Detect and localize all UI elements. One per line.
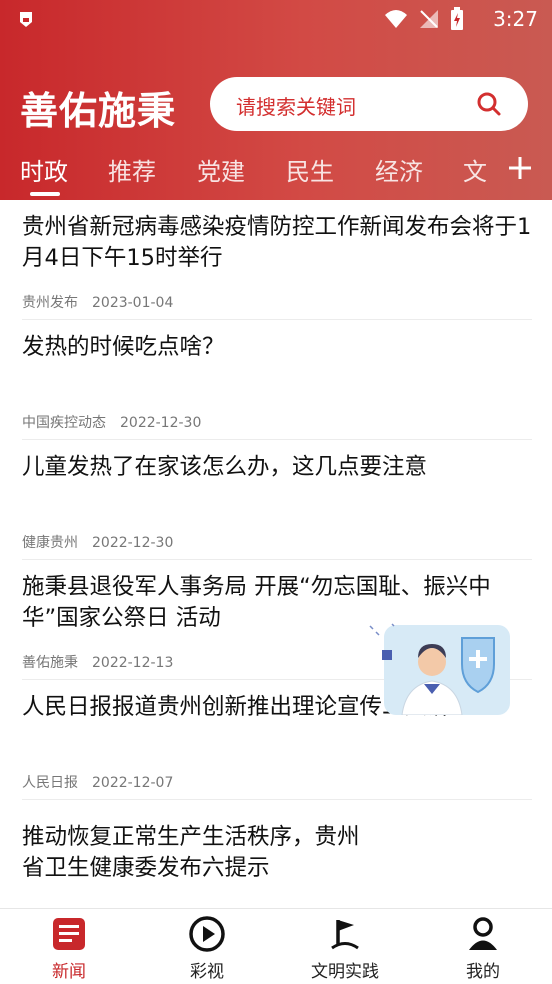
status-time: 3:27 xyxy=(493,7,538,31)
battery-icon xyxy=(451,7,463,30)
news-date: 2023-01-04 xyxy=(92,295,174,311)
tab-jingji[interactable]: 经济 xyxy=(375,152,423,187)
news-date: 2022-12-07 xyxy=(92,775,174,791)
active-tab-indicator xyxy=(30,192,60,196)
nav-label: 新闻 xyxy=(52,962,86,982)
nav-mine[interactable]: 我的 xyxy=(414,909,552,984)
bottom-nav: 新闻 彩视 文明实践 我的 xyxy=(0,908,552,984)
news-item[interactable]: 贵州省新冠病毒感染疫情防控工作新闻发布会将于1月4日下午15时举行 贵州发布 20… xyxy=(22,212,532,320)
user-icon xyxy=(469,917,497,950)
news-title: 推动恢复正常生产生活秩序，贵州省卫生健康委发布六提示 xyxy=(22,824,360,881)
news-meta: 人民日报 2022-12-07 xyxy=(22,772,173,792)
nav-label: 我的 xyxy=(466,962,500,982)
news-source: 健康贵州 xyxy=(22,535,78,551)
wifi-icon xyxy=(385,10,407,28)
add-channel-icon[interactable] xyxy=(500,150,540,186)
news-meta: 善佑施秉 2022-12-13 xyxy=(22,652,173,672)
tab-wen[interactable]: 文 xyxy=(463,152,487,187)
news-title: 贵州省新冠病毒感染疫情防控工作新闻发布会将于1月4日下午15时举行 xyxy=(22,214,532,271)
nav-label: 文明实践 xyxy=(311,962,379,982)
search-placeholder: 请搜索关键词 xyxy=(236,95,356,119)
nav-civilization[interactable]: 文明实践 xyxy=(276,909,414,984)
tab-dangjian[interactable]: 党建 xyxy=(197,152,245,187)
search-bar[interactable]: 请搜索关键词 xyxy=(210,77,528,131)
news-source: 人民日报 xyxy=(22,775,78,791)
status-icons xyxy=(384,7,464,31)
app-logo: 善佑施秉 xyxy=(20,88,177,133)
news-thumbnail-doctor[interactable] xyxy=(362,620,512,715)
news-item[interactable]: 儿童发热了在家该怎么办，这几点要注意 健康贵州 2022-12-30 xyxy=(22,452,532,560)
nav-news[interactable]: 新闻 xyxy=(0,909,138,984)
news-date: 2022-12-30 xyxy=(120,415,202,431)
news-meta: 健康贵州 2022-12-30 xyxy=(22,532,173,552)
channel-tabs: 时政 推荐 党建 民生 经济 文 xyxy=(0,146,552,196)
news-item[interactable]: 推动恢复正常生产生活秩序，贵州省卫生健康委发布六提示 xyxy=(22,822,362,912)
tab-shizheng[interactable]: 时政 xyxy=(20,152,68,187)
signal-off-icon xyxy=(420,10,438,28)
news-date: 2022-12-13 xyxy=(92,655,174,671)
news-source: 贵州发布 xyxy=(22,295,78,311)
status-bar: 3:27 xyxy=(0,0,552,40)
tab-tuijian[interactable]: 推荐 xyxy=(108,152,156,187)
tab-minsheng[interactable]: 民生 xyxy=(286,152,334,187)
news-source: 中国疾控动态 xyxy=(22,415,106,431)
news-item[interactable]: 发热的时候吃点啥？ 中国疾控动态 2022-12-30 xyxy=(22,332,532,440)
flag-icon xyxy=(331,920,359,950)
news-icon xyxy=(53,918,85,950)
news-title: 发热的时候吃点啥？ xyxy=(22,334,225,360)
shield-icon xyxy=(20,12,32,27)
search-icon[interactable] xyxy=(476,91,502,117)
play-icon xyxy=(189,916,225,952)
news-meta: 中国疾控动态 2022-12-30 xyxy=(22,412,201,432)
news-date: 2022-12-30 xyxy=(92,535,174,551)
nav-video[interactable]: 彩视 xyxy=(138,909,276,984)
nav-label: 彩视 xyxy=(190,962,224,982)
news-meta: 贵州发布 2023-01-04 xyxy=(22,292,173,312)
app-header: 3:27 善佑施秉 请搜索关键词 时政 推荐 党建 民生 经济 文 xyxy=(0,0,552,200)
news-title: 儿童发热了在家该怎么办，这几点要注意 xyxy=(22,454,428,480)
news-source: 善佑施秉 xyxy=(22,655,78,671)
